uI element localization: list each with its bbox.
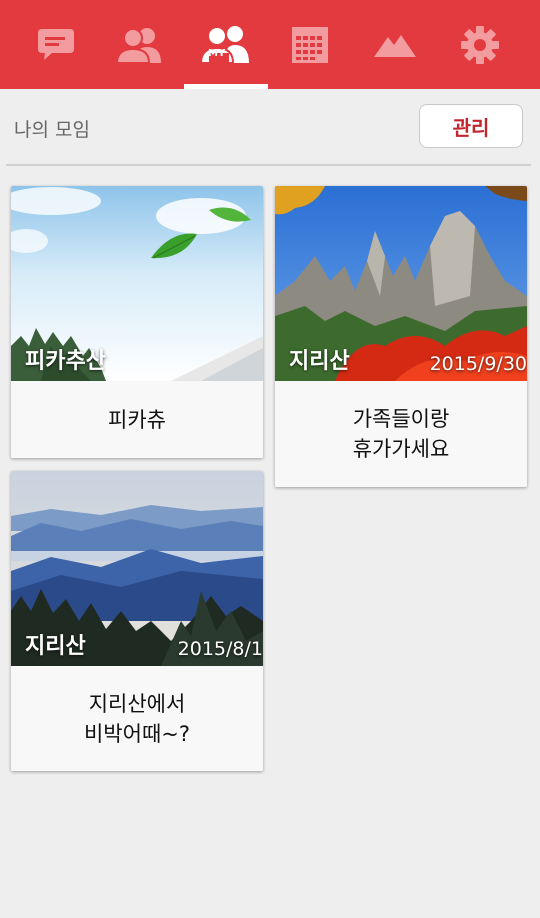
tab-calendar[interactable] — [270, 0, 350, 89]
my-group-icon — [200, 25, 249, 64]
group-date: 2015/9/30 — [429, 353, 527, 375]
active-tab-indicator — [184, 84, 268, 89]
tab-mountain[interactable] — [355, 0, 435, 89]
group-photo: 지리산 2015/9/30 — [275, 186, 527, 381]
my-badge: MY — [208, 48, 226, 59]
group-card-pikachu[interactable]: 피카추산 피카츄 — [11, 186, 263, 458]
group-photo-label: 지리산 — [25, 634, 86, 659]
group-title: 가족들이랑 휴가가세요 — [275, 381, 527, 487]
tab-friends[interactable] — [100, 0, 180, 89]
manage-button[interactable]: 관리 — [419, 104, 523, 148]
mountain-icon — [374, 34, 416, 57]
tab-my-groups[interactable]: MY — [186, 0, 266, 89]
group-title: 피카츄 — [11, 381, 263, 458]
group-photo-label: 피카추산 — [25, 349, 106, 374]
tab-chat[interactable] — [16, 0, 96, 89]
chat-bubble-icon — [38, 28, 74, 60]
group-photo-label: 지리산 — [289, 349, 350, 374]
group-title: 지리산에서 비박어때~? — [11, 666, 263, 771]
group-card-jirisan[interactable]: 지리산 2015/8/1 지리산에서 비박어때~? — [11, 471, 263, 771]
page-title: 나의 모임 — [14, 119, 90, 141]
group-photo: 피카추산 — [11, 186, 263, 381]
top-nav-bar: MY — [0, 0, 540, 89]
divider — [6, 164, 531, 166]
group-photo: 지리산 2015/8/1 — [11, 471, 263, 666]
calendar-icon — [292, 26, 328, 63]
group-date: 2015/8/1 — [177, 638, 263, 660]
tab-settings[interactable] — [440, 0, 520, 89]
people-icon — [115, 27, 161, 64]
group-card-family[interactable]: 지리산 2015/9/30 가족들이랑 휴가가세요 — [275, 186, 527, 487]
gear-icon — [461, 25, 499, 64]
